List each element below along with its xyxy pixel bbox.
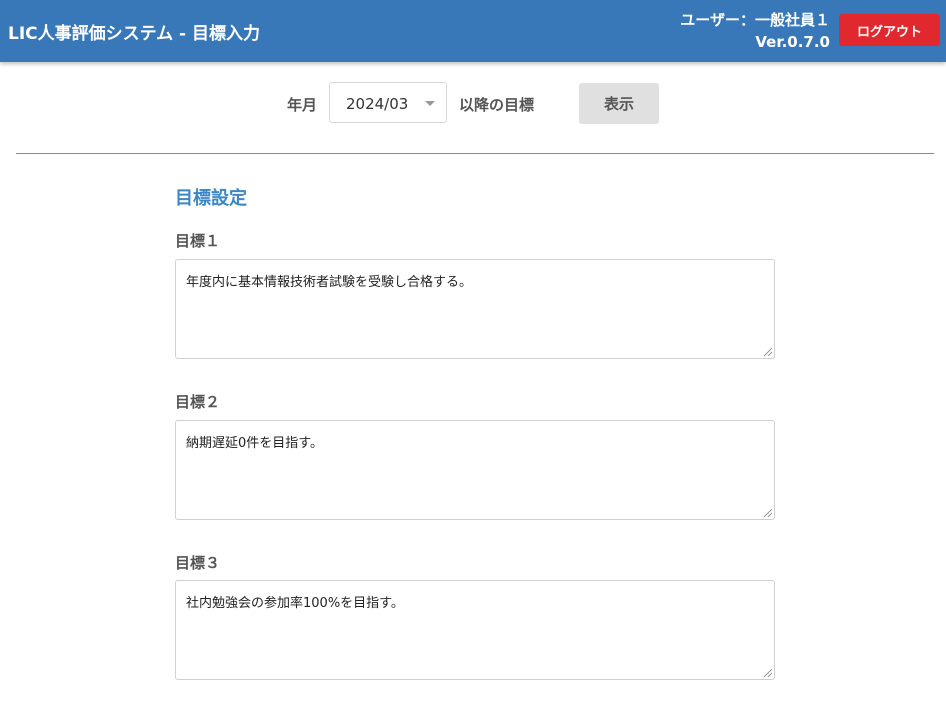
after-label: 以降の目標 <box>459 96 535 114</box>
section-title: 目標設定 <box>175 188 247 209</box>
goal-2-text: 納期遅延0件を目指す。 <box>186 436 323 451</box>
app-header: LIC人事評価システム ‐ 目標入力 ユーザー：一般社員１ Ver.0.7.0 … <box>0 0 946 62</box>
goal-1-text: 年度内に基本情報技術者試験を受験し合格する。 <box>186 275 473 290</box>
goal-2-textarea[interactable]: 納期遅延0件を目指す。 <box>175 420 775 520</box>
chevron-down-icon <box>425 101 435 106</box>
user-label: ユーザー：一般社員１ <box>680 11 830 29</box>
user-info: ユーザー：一般社員１ Ver.0.7.0 <box>680 9 830 53</box>
year-month-label: 年月 <box>287 96 318 114</box>
show-button[interactable]: 表示 <box>579 83 659 124</box>
version-label: Ver.0.7.0 <box>755 33 830 51</box>
divider <box>16 153 934 154</box>
goal-3-label: 目標３ <box>175 554 221 572</box>
goal-2-label: 目標２ <box>175 393 221 411</box>
goal-3-textarea[interactable]: 社内勉強会の参加率100%を目指す。 <box>175 580 775 680</box>
resize-grip-icon[interactable] <box>764 348 772 356</box>
year-month-select[interactable]: 2024/03 <box>329 82 447 123</box>
year-month-value: 2024/03 <box>346 95 409 113</box>
goal-3-text: 社内勉強会の参加率100%を目指す。 <box>186 596 404 611</box>
goal-1-label: 目標１ <box>175 232 221 250</box>
logout-button[interactable]: ログアウト <box>839 14 940 46</box>
goal-1-textarea[interactable]: 年度内に基本情報技術者試験を受験し合格する。 <box>175 259 775 359</box>
resize-grip-icon[interactable] <box>764 669 772 677</box>
resize-grip-icon[interactable] <box>764 509 772 517</box>
filter-bar: 年月 2024/03 以降の目標 表示 <box>0 82 946 125</box>
app-title: LIC人事評価システム ‐ 目標入力 <box>8 24 261 44</box>
